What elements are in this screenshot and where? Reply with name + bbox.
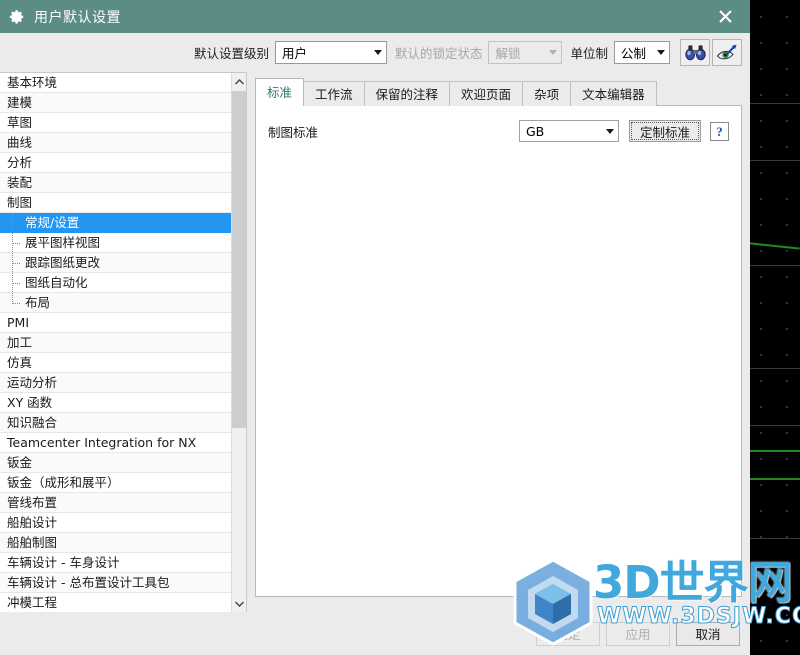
cad-grid-line <box>746 103 800 104</box>
tab-3[interactable]: 欢迎页面 <box>449 81 524 106</box>
cad-grid-line <box>746 538 800 539</box>
tree-item[interactable]: Teamcenter Integration for NX <box>0 433 232 453</box>
tree-item[interactable]: 知识融合 <box>0 413 232 433</box>
default-level-value: 用户 <box>281 46 307 61</box>
tree-item[interactable]: 基本环境 <box>0 73 232 93</box>
tree-item[interactable]: 跟踪图纸更改 <box>0 253 232 273</box>
close-icon[interactable] <box>706 0 744 33</box>
tree-item[interactable]: 车辆设计 - 车身设计 <box>0 553 232 573</box>
tree-item[interactable]: 运动分析 <box>0 373 232 393</box>
help-question-icon[interactable]: ? <box>710 121 729 141</box>
tab-2[interactable]: 保留的注释 <box>363 81 451 106</box>
tree-item[interactable]: XY 函数 <box>0 393 232 413</box>
scroll-up-button[interactable] <box>232 73 246 90</box>
tree-item[interactable]: 钣金（成形和展平） <box>0 473 232 493</box>
dialog-title-bar: 用户默认设置 <box>0 0 750 33</box>
cancel-button[interactable]: 取消 <box>676 621 740 646</box>
tree-item[interactable]: 钣金 <box>0 453 232 473</box>
tree-item[interactable]: 展平图样视图 <box>0 233 232 253</box>
gear-icon <box>9 9 24 24</box>
tree-item[interactable]: 冲模工程 <box>0 593 232 612</box>
cad-grid-line <box>746 368 800 369</box>
chevron-down-icon <box>549 50 558 55</box>
tree-item[interactable]: PMI <box>0 313 232 333</box>
default-lock-state-select: 解锁 <box>488 41 563 64</box>
drafting-standard-value: GB <box>526 123 545 139</box>
defaults-toolbar: 默认设置级别 用户 默认的锁定状态 解锁 单位制 公制 <box>0 33 750 72</box>
tab-1[interactable]: 工作流 <box>303 81 365 106</box>
tree-item[interactable]: 管线布置 <box>0 493 232 513</box>
category-tree-panel: 基本环境 建模 草图 曲线 分析 装配 制图 常规/设置 展平图样视图 跟踪图纸更改 图纸自动化 布局… <box>0 72 247 612</box>
chevron-down-icon <box>373 50 382 55</box>
tree-item[interactable]: 建模 <box>0 93 232 113</box>
tab-content-standard: 制图标准 GB 定制标准 ? <box>255 105 742 597</box>
help-glyph: ? <box>716 123 723 139</box>
drafting-standard-label: 制图标准 <box>268 124 319 140</box>
tab-0[interactable]: 标准 <box>255 78 305 106</box>
cad-grid-line <box>746 425 800 426</box>
unit-system-value: 公制 <box>621 46 647 61</box>
cad-green-edge <box>746 478 800 480</box>
tree-item[interactable]: 车辆设计 - 总布置设计工具包 <box>0 573 232 593</box>
scroll-down-button[interactable] <box>232 595 246 612</box>
tab-4[interactable]: 杂项 <box>522 81 572 106</box>
tree-item[interactable]: 船舶制图 <box>0 533 232 553</box>
default-level-select[interactable]: 用户 <box>274 41 387 64</box>
unit-system-select[interactable]: 公制 <box>614 41 670 64</box>
apply-button[interactable]: 应用 <box>606 621 670 646</box>
tree-item[interactable]: 图纸自动化 <box>0 273 232 293</box>
tree-item[interactable]: 船舶设计 <box>0 513 232 533</box>
unit-system-label: 单位制 <box>570 46 608 61</box>
tree-item[interactable]: 分析 <box>0 153 232 173</box>
category-tree-scrollbar[interactable] <box>231 73 246 612</box>
settings-panel: 标准 工作流 保留的注释 欢迎页面 杂项 文本编辑器 制图标准 GB 定制标准 ? <box>247 72 750 612</box>
cad-green-edge <box>746 450 800 452</box>
tree-item[interactable]: 曲线 <box>0 133 232 153</box>
tree-item[interactable]: 加工 <box>0 333 232 353</box>
tree-item[interactable]: 布局 <box>0 293 232 313</box>
user-defaults-dialog: 用户默认设置 默认设置级别 用户 默认的锁定状态 解锁 单位制 公制 基本环境 … <box>0 0 750 655</box>
category-tree[interactable]: 基本环境 建模 草图 曲线 分析 装配 制图 常规/设置 展平图样视图 跟踪图纸更改 图纸自动化 布局… <box>0 73 232 612</box>
drafting-standard-select[interactable]: GB <box>519 120 619 142</box>
drafting-standard-row: 制图标准 GB 定制标准 ? <box>268 120 729 142</box>
scrollbar-thumb[interactable] <box>232 91 246 428</box>
ok-button[interactable]: 确定 <box>536 621 600 646</box>
tree-item[interactable]: 仿真 <box>0 353 232 373</box>
tab-5[interactable]: 文本编辑器 <box>570 81 657 106</box>
eye-arrow-icon[interactable] <box>712 39 742 66</box>
dialog-title: 用户默认设置 <box>34 9 121 26</box>
tree-item-selected[interactable]: 常规/设置 <box>0 213 232 233</box>
tree-item[interactable]: 草图 <box>0 113 232 133</box>
settings-tab-bar[interactable]: 标准 工作流 保留的注释 欢迎页面 杂项 文本编辑器 <box>255 78 742 106</box>
cad-grid-line <box>746 160 800 161</box>
chevron-down-icon <box>606 128 614 134</box>
dialog-footer: 确定 应用 取消 <box>0 612 750 655</box>
customize-standard-button[interactable]: 定制标准 <box>629 120 701 142</box>
chevron-down-icon <box>657 50 665 55</box>
tree-item[interactable]: 制图 <box>0 193 232 213</box>
tree-item[interactable]: 装配 <box>0 173 232 193</box>
default-lock-state-label: 默认的锁定状态 <box>394 46 483 61</box>
cad-grid-dots <box>746 0 800 655</box>
default-level-label: 默认设置级别 <box>193 46 269 61</box>
binoculars-icon[interactable] <box>680 39 710 66</box>
default-lock-state-value: 解锁 <box>495 46 521 61</box>
dialog-body: 基本环境 建模 草图 曲线 分析 装配 制图 常规/设置 展平图样视图 跟踪图纸更改 图纸自动化 布局… <box>0 72 750 612</box>
cad-grid-line <box>746 265 800 266</box>
